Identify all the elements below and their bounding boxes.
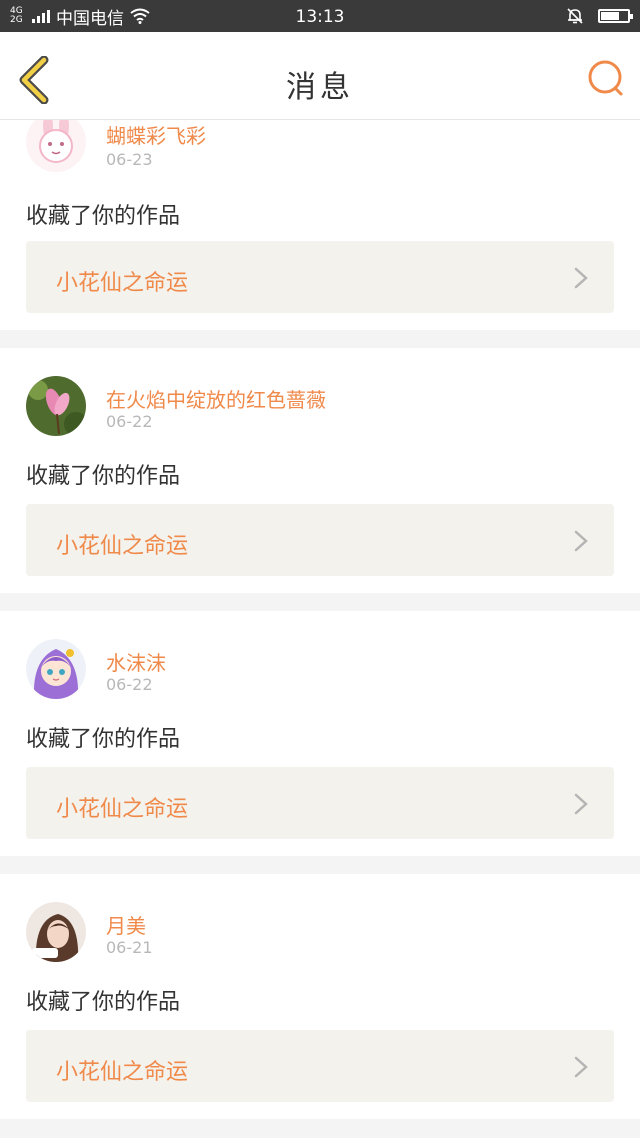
message-card: 水沫沫 06-22 收藏了你的作品 小花仙之命运: [0, 611, 640, 856]
work-link[interactable]: 小花仙之命运: [26, 241, 614, 313]
work-title: 小花仙之命运: [56, 797, 189, 822]
search-icon[interactable]: [586, 58, 626, 98]
status-bar: 4G 2G 中国电信 13:13: [0, 0, 640, 32]
message-date: 06-23: [106, 150, 153, 169]
clock: 13:13: [295, 7, 345, 27]
message-date: 06-22: [106, 412, 153, 431]
chevron-right-icon: [574, 267, 588, 289]
message-card: 蝴蝶彩飞彩 06-23 收藏了你的作品 小花仙之命运: [0, 120, 640, 330]
username[interactable]: 月美: [106, 910, 146, 939]
chevron-right-icon: [574, 1056, 588, 1078]
bunny-avatar-image: [26, 120, 86, 172]
work-link[interactable]: 小花仙之命运: [26, 504, 614, 576]
work-link[interactable]: 小花仙之命运: [26, 1030, 614, 1102]
action-text: 收藏了你的作品: [26, 204, 181, 229]
avatar[interactable]: [26, 902, 86, 962]
message-card: 在火焰中绽放的红色蔷薇 06-22 收藏了你的作品 小花仙之命运: [0, 348, 640, 593]
flower-avatar-image: [26, 376, 86, 436]
work-title: 小花仙之命运: [56, 271, 189, 296]
avatar[interactable]: [26, 639, 86, 699]
message-date: 06-21: [106, 938, 153, 957]
work-title: 小花仙之命运: [56, 1060, 189, 1085]
avatar[interactable]: [26, 376, 86, 436]
action-text: 收藏了你的作品: [26, 464, 181, 489]
battery-level: [601, 12, 619, 20]
username[interactable]: 水沫沫: [106, 647, 166, 676]
page-title: 消息: [286, 70, 354, 105]
header: 消息: [0, 32, 640, 120]
action-text: 收藏了你的作品: [26, 990, 181, 1015]
work-title: 小花仙之命运: [56, 534, 189, 559]
username[interactable]: 在火焰中绽放的红色蔷薇: [106, 384, 326, 413]
avatar[interactable]: [26, 120, 86, 172]
chevron-right-icon: [574, 530, 588, 552]
chevron-right-icon: [574, 793, 588, 815]
action-text: 收藏了你的作品: [26, 727, 181, 752]
anime-girl-avatar-image: [26, 639, 86, 699]
photo-avatar-image: [26, 902, 86, 962]
username[interactable]: 蝴蝶彩飞彩: [106, 120, 206, 149]
message-list[interactable]: 蝴蝶彩飞彩 06-23 收藏了你的作品 小花仙之命运 在火焰中绽放的红色蔷薇 0…: [0, 120, 640, 1138]
message-card: 月美 06-21 收藏了你的作品 小花仙之命运: [0, 874, 640, 1119]
battery-icon: [598, 9, 633, 23]
message-date: 06-22: [106, 675, 153, 694]
work-link[interactable]: 小花仙之命运: [26, 767, 614, 839]
